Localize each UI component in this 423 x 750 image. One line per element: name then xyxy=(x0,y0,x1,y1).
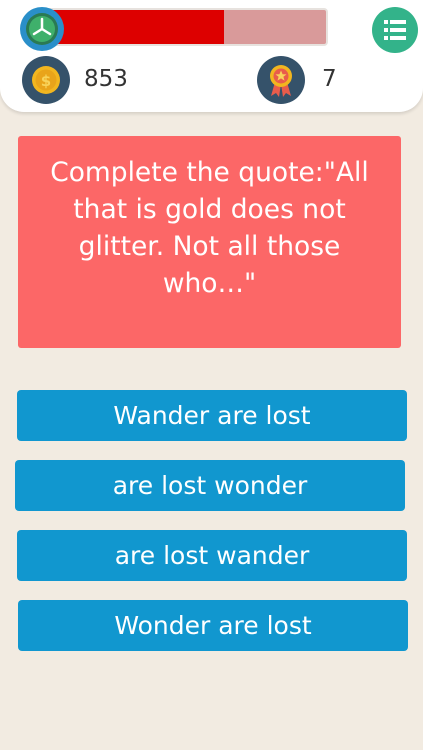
answer-button-2[interactable]: are lost wonder xyxy=(15,460,405,511)
medals-count: 7 xyxy=(322,66,337,92)
question-text: Complete the quote:"All that is gold doe… xyxy=(50,157,369,299)
svg-text:$: $ xyxy=(41,72,51,90)
timer-fill xyxy=(44,10,225,44)
answer-button-4[interactable]: Wonder are lost xyxy=(18,600,408,651)
list-icon xyxy=(384,20,406,40)
question-card: Complete the quote:"All that is gold doe… xyxy=(18,136,401,348)
timer-bar xyxy=(42,8,328,46)
menu-button[interactable] xyxy=(372,7,418,53)
answer-button-3[interactable]: are lost wander xyxy=(17,530,407,581)
medal-icon xyxy=(257,56,305,104)
coins-count: 853 xyxy=(84,66,128,92)
answer-button-1[interactable]: Wander are lost xyxy=(17,390,407,441)
coin-icon: $ xyxy=(22,56,70,104)
top-bar: $ 853 7 xyxy=(0,0,423,112)
clock-icon xyxy=(20,7,64,51)
